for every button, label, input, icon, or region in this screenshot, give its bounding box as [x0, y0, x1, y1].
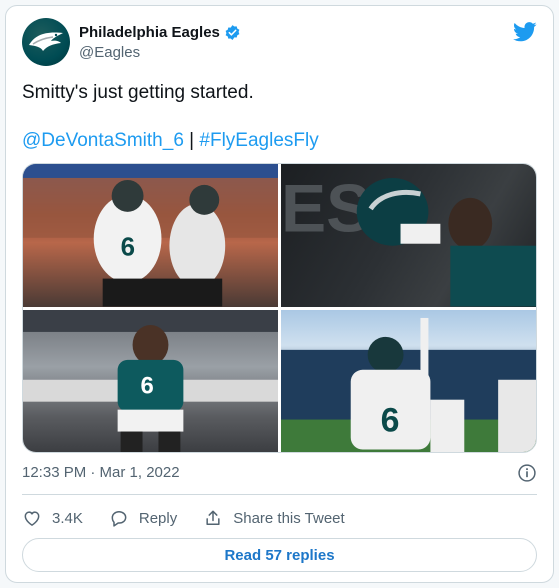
photo-art-3: 6: [23, 309, 278, 452]
read-replies-button[interactable]: Read 57 replies: [22, 538, 537, 572]
tweet-actions: 3.4K Reply Share this Tweet: [22, 502, 371, 534]
twitter-bird-icon[interactable]: [513, 22, 537, 42]
like-button[interactable]: 3.4K: [22, 508, 83, 528]
tweet-text: Smitty's just getting started.: [22, 82, 254, 103]
like-count: 3.4K: [52, 509, 83, 527]
photo-art-1: 6: [23, 164, 278, 307]
photo-art-2: ES: [281, 172, 536, 307]
svg-text:6: 6: [121, 234, 135, 262]
reply-label: Reply: [138, 509, 178, 527]
tweet-links: @DeVontaSmith_6 | #FlyEaglesFly: [22, 130, 319, 152]
media-photo-helmet[interactable]: ES: [281, 164, 536, 307]
link-separator: |: [189, 130, 195, 151]
tweet-timestamp[interactable]: 12:33 PM · Mar 1, 2022: [22, 464, 180, 481]
media-photo-celebration[interactable]: 6: [23, 164, 278, 307]
svg-text:6: 6: [141, 372, 154, 399]
media-photo-bench[interactable]: 6: [23, 309, 278, 452]
account-handle[interactable]: @Eagles: [79, 44, 241, 61]
svg-text:6: 6: [381, 401, 400, 439]
reply-button[interactable]: Reply: [109, 508, 177, 528]
heart-icon: [24, 511, 40, 526]
media-grid: 6 ES 6 6: [22, 163, 537, 453]
reply-icon: [111, 511, 127, 527]
tweet-card: Philadelphia Eagles @Eagles Smitty's jus…: [5, 5, 554, 583]
share-label: Share this Tweet: [233, 509, 345, 527]
display-name[interactable]: Philadelphia Eagles: [79, 24, 220, 41]
share-icon: [206, 510, 220, 525]
divider: [22, 494, 537, 495]
photo-art-4: 6: [281, 317, 536, 452]
share-button[interactable]: Share this Tweet: [203, 508, 345, 528]
eagles-logo-icon: [29, 32, 63, 51]
account-names: Philadelphia Eagles @Eagles: [79, 24, 241, 61]
info-icon[interactable]: [517, 463, 537, 483]
hashtag-link[interactable]: #FlyEaglesFly: [199, 130, 318, 151]
verified-badge-icon: [225, 25, 240, 40]
tweet-header: Philadelphia Eagles @Eagles: [22, 18, 537, 70]
media-photo-stadium[interactable]: 6: [281, 309, 536, 452]
avatar[interactable]: [22, 18, 70, 66]
mention-link[interactable]: @DeVontaSmith_6: [22, 130, 184, 151]
